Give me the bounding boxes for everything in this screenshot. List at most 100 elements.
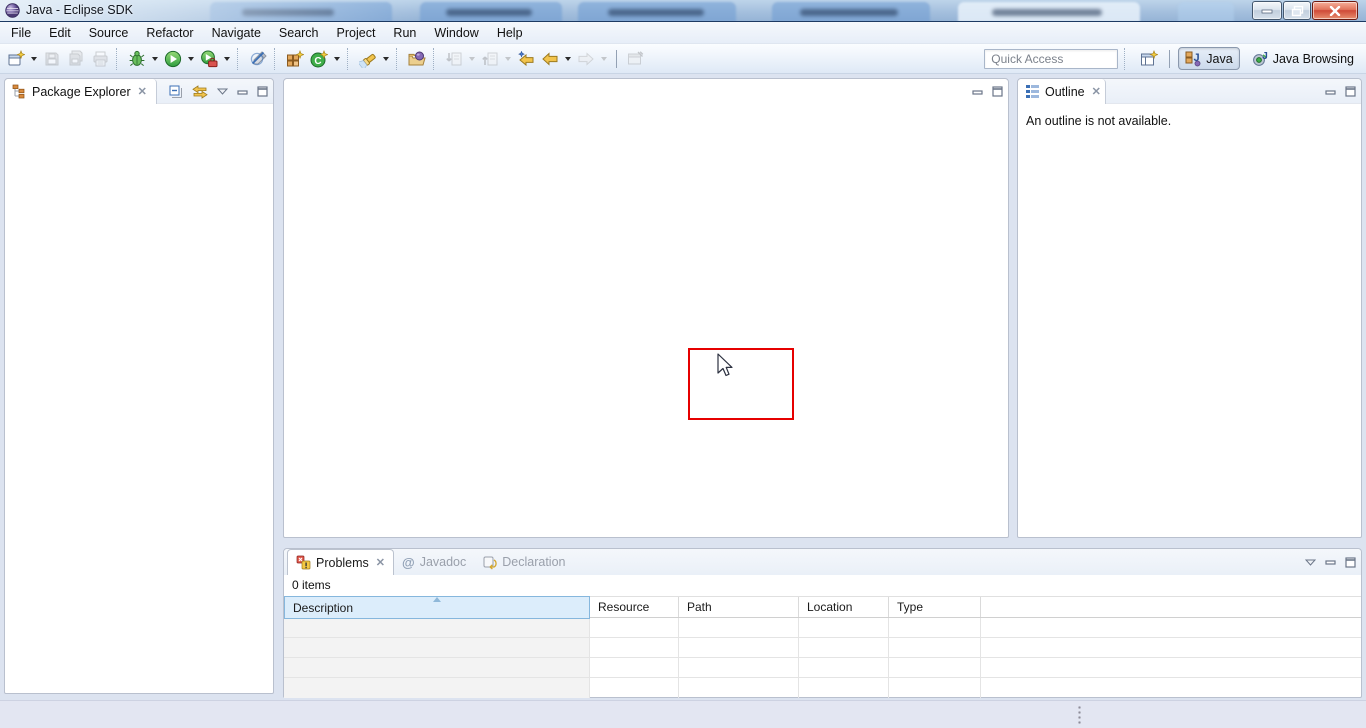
maximize-view-icon[interactable]	[1345, 86, 1356, 97]
menu-source[interactable]: Source	[80, 22, 138, 44]
search-button[interactable]	[356, 47, 380, 71]
quick-access-input[interactable]	[984, 49, 1118, 69]
package-explorer-tab[interactable]: Package Explorer ✕	[5, 79, 157, 104]
toolbar-divider	[1169, 50, 1170, 68]
minimize-view-icon[interactable]	[237, 87, 248, 97]
next-annotation-button[interactable]	[442, 47, 466, 71]
tab-declaration[interactable]: Declaration	[474, 549, 573, 575]
close-icon[interactable]: ✕	[1090, 85, 1101, 98]
menu-file[interactable]: File	[2, 22, 40, 44]
maximize-view-icon[interactable]	[1345, 557, 1356, 568]
debug-dropdown[interactable]	[149, 47, 161, 71]
title-bar[interactable]: Java - Eclipse SDK	[0, 0, 1366, 22]
toolbar-separator	[347, 48, 354, 70]
tab-javadoc-label: Javadoc	[420, 555, 467, 569]
run-external-tools-button[interactable]	[197, 47, 221, 71]
previous-annotation-dropdown[interactable]	[502, 47, 514, 71]
forward-button[interactable]	[574, 47, 598, 71]
save-button[interactable]	[40, 47, 64, 71]
eclipse-window: Java - Eclipse SDK File Edit Source Refa…	[0, 0, 1366, 728]
pin-editor-icon	[627, 51, 644, 66]
new-java-project-button[interactable]	[283, 47, 307, 71]
mouse-cursor-icon	[716, 353, 734, 379]
column-header-resource[interactable]: Resource	[590, 597, 679, 617]
tab-javadoc[interactable]: @ Javadoc	[394, 549, 474, 575]
pin-editor-button[interactable]	[623, 47, 647, 71]
menu-help[interactable]: Help	[488, 22, 532, 44]
tab-problems[interactable]: Problems ✕	[287, 549, 394, 575]
menu-run[interactable]: Run	[384, 22, 425, 44]
menu-navigate[interactable]: Navigate	[203, 22, 270, 44]
new-wizard-button[interactable]	[4, 47, 28, 71]
problems-header: Problems ✕ @ Javadoc Declaration	[284, 549, 1361, 575]
save-icon	[44, 51, 60, 67]
view-menu-icon[interactable]	[217, 88, 228, 95]
new-wizard-dropdown[interactable]	[28, 47, 40, 71]
debug-icon	[129, 50, 145, 67]
column-header-type[interactable]: Type	[889, 597, 981, 617]
run-dropdown[interactable]	[185, 47, 197, 71]
external-tools-dropdown[interactable]	[221, 47, 233, 71]
outline-tab[interactable]: Outline ✕	[1018, 79, 1106, 104]
minimize-button[interactable]	[1252, 1, 1282, 20]
print-button[interactable]	[88, 47, 112, 71]
perspective-java-browsing-button[interactable]: J Java Browsing	[1246, 48, 1360, 69]
view-menu-icon[interactable]	[1305, 559, 1316, 566]
run-button[interactable]	[161, 47, 185, 71]
restore-button[interactable]	[1283, 1, 1311, 20]
new-java-class-dropdown[interactable]	[331, 47, 343, 71]
close-icon[interactable]: ✕	[374, 556, 385, 569]
new-java-class-button[interactable]: C	[307, 47, 331, 71]
menu-edit[interactable]: Edit	[40, 22, 80, 44]
outline-view: Outline ✕ An outline is not available.	[1017, 78, 1362, 538]
open-perspective-button[interactable]	[1137, 47, 1161, 71]
mark-occurrences-button[interactable]	[246, 47, 270, 71]
external-tools-icon	[200, 50, 218, 68]
close-button[interactable]	[1312, 1, 1358, 20]
workbench-area: Package Explorer ✕	[0, 74, 1366, 700]
back-dropdown[interactable]	[562, 47, 574, 71]
column-header-path[interactable]: Path	[679, 597, 799, 617]
forward-arrow-icon	[577, 51, 595, 67]
back-button[interactable]	[538, 47, 562, 71]
save-all-button[interactable]	[64, 47, 88, 71]
close-icon[interactable]: ✕	[136, 85, 147, 98]
minimize-view-icon[interactable]	[972, 87, 983, 97]
minimize-view-icon[interactable]	[1325, 87, 1336, 97]
previous-annotation-icon	[482, 51, 498, 67]
column-header-description[interactable]: Description	[284, 596, 590, 619]
maximize-view-icon[interactable]	[992, 86, 1003, 97]
problems-panel: Problems ✕ @ Javadoc Declaration	[283, 548, 1362, 698]
last-edit-location-icon	[517, 51, 535, 67]
search-dropdown[interactable]	[380, 47, 392, 71]
save-all-icon	[68, 50, 85, 67]
menu-search[interactable]: Search	[270, 22, 328, 44]
maximize-view-icon[interactable]	[257, 86, 268, 97]
trim-drag-handle[interactable]	[1078, 706, 1082, 725]
menu-project[interactable]: Project	[328, 22, 385, 44]
next-annotation-dropdown[interactable]	[466, 47, 478, 71]
browser-ghost-tab	[1178, 2, 1234, 22]
previous-annotation-button[interactable]	[478, 47, 502, 71]
minimize-view-icon[interactable]	[1325, 557, 1336, 567]
table-row	[284, 658, 1361, 678]
link-with-editor-icon[interactable]	[192, 85, 208, 99]
tab-declaration-label: Declaration	[502, 555, 565, 569]
perspective-java-button[interactable]: J Java	[1178, 47, 1239, 70]
problems-count: 0 items	[284, 575, 1361, 596]
open-type-button[interactable]	[405, 47, 429, 71]
menu-window[interactable]: Window	[425, 22, 487, 44]
last-edit-location-button[interactable]	[514, 47, 538, 71]
browser-ghost-tab	[578, 2, 736, 22]
collapse-all-icon[interactable]	[169, 85, 183, 99]
svg-text:J: J	[1262, 51, 1268, 62]
outline-header: Outline ✕	[1018, 79, 1361, 104]
package-explorer-content[interactable]	[5, 104, 273, 693]
forward-dropdown[interactable]	[598, 47, 610, 71]
perspective-java-label: Java	[1206, 52, 1232, 66]
debug-button[interactable]	[125, 47, 149, 71]
browser-ghost-tab	[958, 2, 1140, 22]
open-perspective-icon	[1140, 50, 1158, 68]
column-header-location[interactable]: Location	[799, 597, 889, 617]
menu-refactor[interactable]: Refactor	[137, 22, 202, 44]
